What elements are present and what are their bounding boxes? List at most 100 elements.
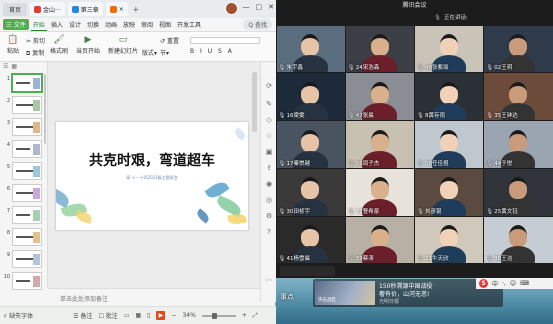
font-name-box[interactable]	[190, 37, 260, 44]
missing-font-button[interactable]: ⚡ 缺失字体	[3, 311, 33, 320]
fit-window-icon[interactable]: ⤢	[253, 312, 258, 320]
zoom-slider-knob[interactable]	[211, 312, 217, 319]
close-tab-icon[interactable]: ×	[119, 6, 124, 13]
slide-thumbnail[interactable]: 9	[2, 250, 46, 270]
minimize-icon[interactable]: —	[243, 3, 250, 11]
doc-tab-3[interactable]: ×	[105, 2, 128, 16]
news-popup[interactable]: 突击战区 150秒溯源中国战役 奢有价，山河无恙! 光明日报	[313, 279, 503, 307]
participant-video-tile[interactable]: 🎙16梁雯	[276, 73, 345, 121]
slide-thumbnail[interactable]: 7	[2, 206, 46, 226]
current-start-button[interactable]: ▶ 当页开始	[74, 35, 102, 55]
normal-view-icon[interactable]: ▭	[124, 312, 130, 319]
thumb-view-icon[interactable]: ▦	[11, 63, 17, 71]
slide-thumbnail[interactable]: 2	[2, 96, 46, 116]
new-tab-button[interactable]: +	[131, 5, 141, 14]
image-icon[interactable]: ▣	[265, 148, 273, 156]
copy-button[interactable]: ⧉ 复制	[26, 48, 44, 58]
ribbon-tab-developer[interactable]: 开发工具	[175, 19, 203, 30]
slide-thumbnail[interactable]: 4	[2, 140, 46, 160]
sogou-logo-icon[interactable]: S	[479, 279, 488, 288]
notes-area[interactable]: 单击此处添加备注	[48, 288, 260, 306]
ribbon-tab-animation[interactable]: 动画	[103, 19, 119, 30]
record-icon[interactable]: ◉	[265, 180, 273, 188]
more-icon[interactable]: ⋯	[265, 276, 273, 284]
participant-video-tile[interactable]: 🎙48张紫琰	[415, 25, 484, 73]
location-icon[interactable]: ◎	[265, 196, 273, 204]
slide-thumbnail-preview[interactable]	[12, 162, 42, 180]
slide-thumbnail-preview[interactable]	[12, 140, 42, 158]
ime-emoji-icon[interactable]: ☺	[510, 280, 516, 287]
slide-thumbnail[interactable]: 8	[2, 228, 46, 248]
canvas-scrollbar[interactable]	[252, 72, 257, 132]
participant-video-tile[interactable]: 🎙30田祯宇	[276, 168, 345, 216]
participant-video-tile[interactable]: 🎙8黄存雨	[415, 73, 484, 121]
maximize-icon[interactable]: ▢	[256, 3, 263, 11]
format-painter-button[interactable]: 🖌 格式刷	[48, 35, 70, 55]
ribbon-search[interactable]: Q 查找	[243, 19, 272, 30]
participant-video-tile[interactable]: 🎙41杨雪晨	[276, 216, 345, 264]
zoom-out-icon[interactable]: −	[171, 312, 176, 319]
slide-subtitle[interactable]: 高 十一十四2022级主题班会	[56, 175, 248, 181]
reading-view-icon[interactable]: ▯	[147, 312, 150, 319]
slide-thumbnail[interactable]: 10	[2, 272, 46, 292]
ribbon-tab-file[interactable]: 三 文件	[3, 19, 29, 30]
participant-video-tile[interactable]: 🎙朱宇鑫	[276, 25, 345, 73]
ribbon-tab-view[interactable]: 视图	[157, 19, 173, 30]
cut-button[interactable]: ✂ 剪切	[26, 36, 45, 45]
ime-keyboard-icon[interactable]: ⌨	[520, 280, 529, 287]
participant-video-tile[interactable]: 🎙44于悦	[484, 121, 553, 168]
shape-icon[interactable]: ◇	[265, 116, 273, 124]
participant-video-tile[interactable]: 🎙47张晨	[345, 73, 414, 121]
thumbnail-scrollbar[interactable]	[44, 74, 46, 144]
comments-toggle[interactable]: ☐ 批注	[98, 311, 117, 320]
notes-toggle[interactable]: ☰ 备注	[73, 311, 92, 320]
zoom-slider[interactable]	[201, 312, 236, 319]
animation-icon[interactable]: ☆	[265, 132, 273, 140]
slide-thumbnail-preview[interactable]	[12, 250, 42, 268]
ime-mode-chinese[interactable]: 中	[492, 279, 498, 288]
slide-thumbnail-preview[interactable]	[12, 184, 42, 202]
slide-thumbnail-preview[interactable]	[12, 272, 42, 290]
slide-thumbnail[interactable]: 1	[2, 73, 46, 94]
outline-view-icon[interactable]: ☰	[3, 63, 8, 71]
participant-video-tile[interactable]: 🎙25黄文钰	[484, 168, 553, 216]
help-icon[interactable]: ?	[265, 228, 273, 236]
play-button[interactable]: ▶	[156, 311, 166, 320]
slide-thumbnail[interactable]: 5	[2, 162, 46, 182]
participant-video-tile[interactable]: 🎙刘彦锟	[415, 168, 484, 216]
settings-icon[interactable]: ⚙	[265, 212, 273, 220]
reset-button[interactable]: ↺ 重置	[160, 36, 179, 45]
section-button[interactable]: 节▾	[160, 48, 169, 57]
ribbon-tab-review[interactable]: 审阅	[139, 19, 155, 30]
slide-title[interactable]: 共克时艰，弯道超车	[56, 150, 248, 170]
participant-video-tile[interactable]: 🎙17秦崇越	[276, 121, 345, 168]
ime-punctuation[interactable]: ·,	[502, 280, 506, 287]
participant-video-tile[interactable]: 🎙12曹希豪	[345, 168, 414, 216]
slide-thumbnail-preview[interactable]	[12, 228, 42, 246]
participant-video-tile[interactable]: 🎙39蔡涛	[345, 216, 414, 264]
share-icon[interactable]: ⇪	[265, 164, 273, 172]
participant-video-tile[interactable]: 🎙24宋浩森	[345, 25, 414, 73]
user-avatar[interactable]	[225, 2, 238, 15]
ribbon-tab-insert[interactable]: 插入	[49, 19, 65, 30]
participant-video-tile[interactable]: 🎙56周子杰	[345, 121, 414, 168]
slide-thumbnail-preview[interactable]	[11, 73, 43, 93]
doc-tab-1[interactable]: 金山···	[30, 2, 65, 16]
properties-icon[interactable]: ⟳	[265, 82, 273, 90]
font-style-buttons[interactable]: B I U S A	[190, 48, 234, 55]
slide-thumbnail[interactable]: 3	[2, 118, 46, 138]
slide-thumbnail-preview[interactable]	[12, 206, 42, 224]
ribbon-tab-home[interactable]: 开始	[30, 19, 47, 31]
ribbon-tab-slideshow[interactable]: 放映	[121, 19, 137, 30]
news-headline-2[interactable]: 奢有价，山河无恙!	[379, 289, 429, 298]
slide-thumbnail-preview[interactable]	[12, 96, 42, 114]
ribbon-tab-transition[interactable]: 切换	[85, 19, 101, 30]
sorter-view-icon[interactable]: ▦	[135, 312, 141, 319]
ribbon-tab-design[interactable]: 设计	[67, 19, 83, 30]
participant-video-tile[interactable]: 🎙35王钟达	[484, 73, 553, 121]
layout-button[interactable]: 版式▾	[142, 48, 157, 57]
current-slide[interactable]: 共克时艰，弯道超车 高 十一十四2022级主题班会	[56, 122, 248, 230]
slide-thumbnail[interactable]: 6	[2, 184, 46, 204]
paste-button[interactable]: 📋 粘贴	[2, 35, 24, 55]
zoom-in-icon[interactable]: +	[242, 312, 247, 319]
